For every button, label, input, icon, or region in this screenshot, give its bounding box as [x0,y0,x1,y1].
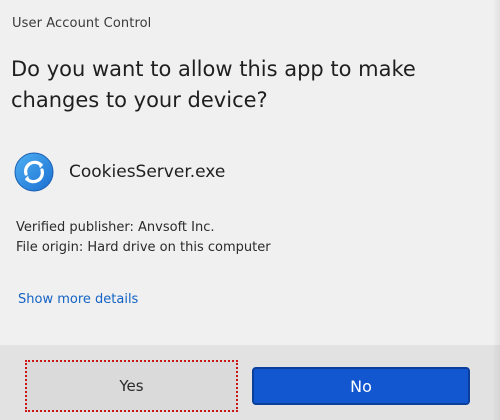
no-button[interactable]: No [252,367,470,405]
yes-button[interactable]: Yes [25,360,238,412]
file-origin: File origin: Hard drive on this computer [16,240,271,255]
edge-shadow [492,0,500,420]
app-name: CookiesServer.exe [69,162,226,182]
app-row: CookiesServer.exe [14,150,225,194]
uac-question: Do you want to allow this app to make ch… [11,57,416,112]
window-title: User Account Control [12,16,152,31]
show-more-details-link[interactable]: Show more details [18,292,138,307]
app-icon [14,152,54,192]
uac-dialog: User Account Control Do you want to allo… [0,0,500,420]
verified-publisher: Verified publisher: Anvsoft Inc. [16,220,215,235]
